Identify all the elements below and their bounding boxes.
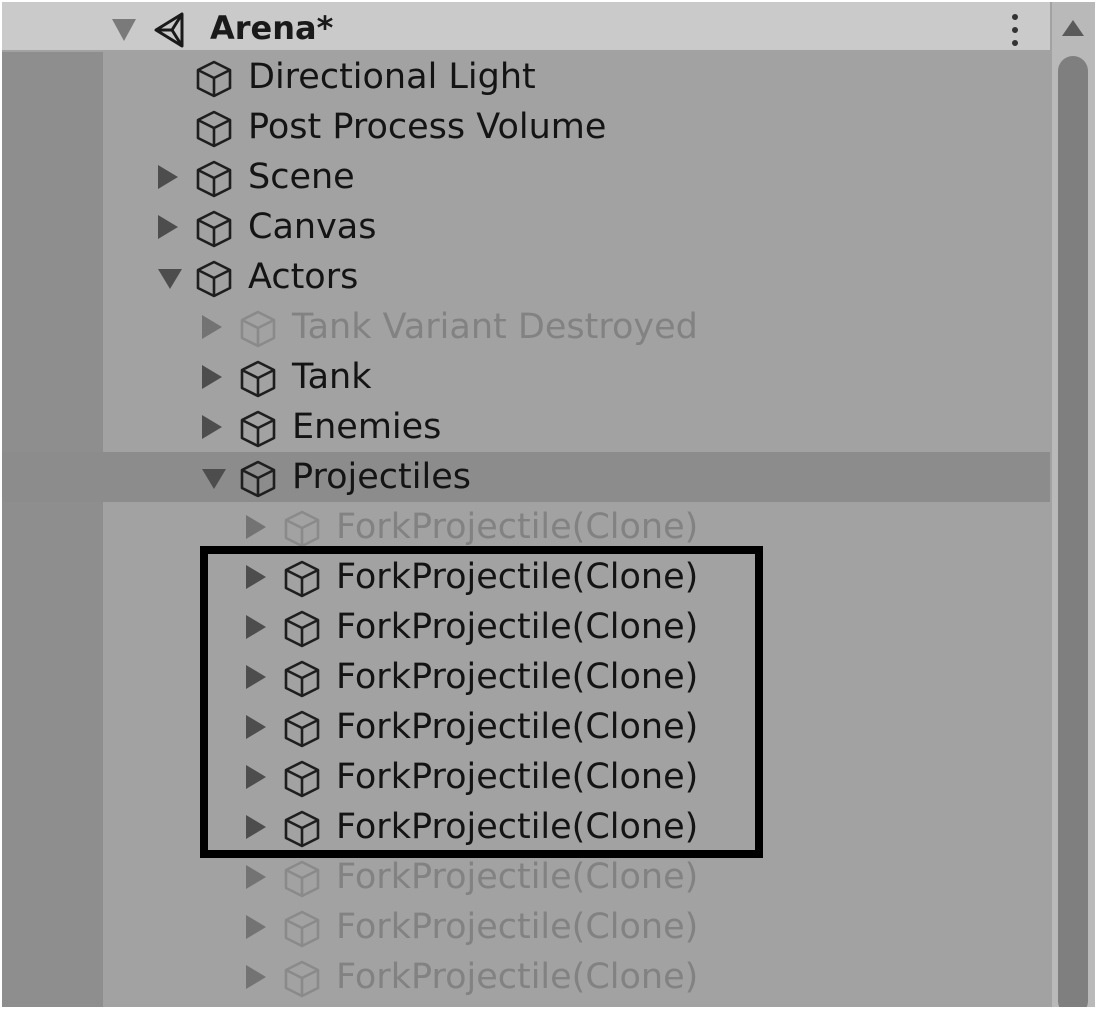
chevron-right-icon[interactable] [246, 715, 266, 739]
chevron-right-icon[interactable] [202, 315, 222, 339]
hierarchy-item-label: Scene [248, 157, 355, 197]
hierarchy-item[interactable]: ForkProjectile(Clone) [2, 702, 1050, 752]
cube-icon [194, 109, 234, 149]
hierarchy-item[interactable]: Actors [2, 252, 1050, 302]
cube-icon [282, 759, 322, 799]
hierarchy-item[interactable]: Enemies [2, 402, 1050, 452]
hierarchy-item[interactable]: Canvas [2, 202, 1050, 252]
hierarchy-window: Arena* Directional Light Post Process Vol… [0, 0, 1097, 1009]
hierarchy-item[interactable]: ForkProjectile(Clone) [2, 952, 1050, 1002]
hierarchy-item-label: Actors [248, 257, 359, 297]
hierarchy-item-label: Tank [292, 357, 372, 397]
hierarchy-item-label: Projectiles [292, 457, 471, 497]
hierarchy-item-label: ForkProjectile(Clone) [336, 857, 699, 897]
chevron-right-icon[interactable] [246, 815, 266, 839]
vertical-scrollbar[interactable] [1052, 2, 1096, 1009]
scene-header-row[interactable]: Arena* [2, 2, 1050, 50]
cube-icon [282, 909, 322, 949]
kebab-menu-icon[interactable] [1002, 12, 1026, 48]
chevron-right-icon[interactable] [246, 865, 266, 889]
scene-title: Arena* [210, 9, 334, 47]
hierarchy-item[interactable]: ForkProjectile(Clone) [2, 802, 1050, 852]
chevron-right-icon[interactable] [202, 365, 222, 389]
cube-icon [194, 59, 234, 99]
chevron-right-icon[interactable] [158, 165, 178, 189]
hierarchy-item[interactable]: Scene [2, 152, 1050, 202]
chevron-right-icon[interactable] [202, 415, 222, 439]
chevron-down-icon[interactable] [158, 269, 182, 289]
hierarchy-item-label: ForkProjectile(Clone) [336, 657, 699, 697]
hierarchy-item[interactable]: ForkProjectile(Clone) [2, 852, 1050, 902]
hierarchy-item-label: ForkProjectile(Clone) [336, 507, 699, 547]
cube-icon [282, 709, 322, 749]
cube-icon [238, 459, 278, 499]
chevron-right-icon[interactable] [246, 515, 266, 539]
hierarchy-item[interactable]: Post Process Volume [2, 102, 1050, 152]
hierarchy-item[interactable]: Projectiles [2, 452, 1050, 502]
hierarchy-item-label: Post Process Volume [248, 107, 607, 147]
arrow-up-icon[interactable] [1062, 20, 1084, 36]
hierarchy-item-label: ForkProjectile(Clone) [336, 557, 699, 597]
chevron-right-icon[interactable] [246, 665, 266, 689]
cube-icon [238, 359, 278, 399]
hierarchy-item-label: ForkProjectile(Clone) [336, 707, 699, 747]
hierarchy-item-label: Canvas [248, 207, 377, 247]
chevron-right-icon[interactable] [246, 565, 266, 589]
scrollbar-thumb[interactable] [1058, 56, 1088, 1009]
hierarchy-item-label: Tank Variant Destroyed [292, 307, 698, 347]
hierarchy-item-label: ForkProjectile(Clone) [336, 957, 699, 997]
cube-icon [282, 559, 322, 599]
cube-icon [282, 609, 322, 649]
chevron-right-icon[interactable] [246, 615, 266, 639]
hierarchy-item[interactable]: ForkProjectile(Clone) [2, 502, 1050, 552]
hierarchy-item-label: ForkProjectile(Clone) [336, 607, 699, 647]
hierarchy-item[interactable]: Tank [2, 352, 1050, 402]
chevron-right-icon[interactable] [158, 215, 178, 239]
cube-icon [238, 409, 278, 449]
hierarchy-item[interactable]: ForkProjectile(Clone) [2, 552, 1050, 602]
hierarchy-item[interactable]: Tank Variant Destroyed [2, 302, 1050, 352]
hierarchy-item-label: ForkProjectile(Clone) [336, 907, 699, 947]
hierarchy-item-label: Directional Light [248, 57, 536, 97]
chevron-down-icon[interactable] [202, 469, 226, 489]
chevron-right-icon[interactable] [246, 915, 266, 939]
hierarchy-item[interactable]: Directional Light [2, 52, 1050, 102]
chevron-right-icon[interactable] [246, 965, 266, 989]
cube-icon [194, 259, 234, 299]
hierarchy-item[interactable]: ForkProjectile(Clone) [2, 752, 1050, 802]
cube-icon [282, 659, 322, 699]
unity-scene-icon [154, 12, 184, 48]
cube-icon [238, 309, 278, 349]
cube-icon [282, 809, 322, 849]
cube-icon [194, 209, 234, 249]
chevron-down-icon[interactable] [112, 19, 136, 41]
cube-icon [282, 859, 322, 899]
cube-icon [282, 959, 322, 999]
hierarchy-item-label: Enemies [292, 407, 442, 447]
cube-icon [282, 509, 322, 549]
chevron-right-icon[interactable] [246, 765, 266, 789]
cube-icon [194, 159, 234, 199]
hierarchy-item[interactable]: ForkProjectile(Clone) [2, 602, 1050, 652]
hierarchy-item[interactable]: ForkProjectile(Clone) [2, 652, 1050, 702]
hierarchy-item[interactable]: ForkProjectile(Clone) [2, 902, 1050, 952]
hierarchy-item-label: ForkProjectile(Clone) [336, 807, 699, 847]
hierarchy-item-label: ForkProjectile(Clone) [336, 757, 699, 797]
